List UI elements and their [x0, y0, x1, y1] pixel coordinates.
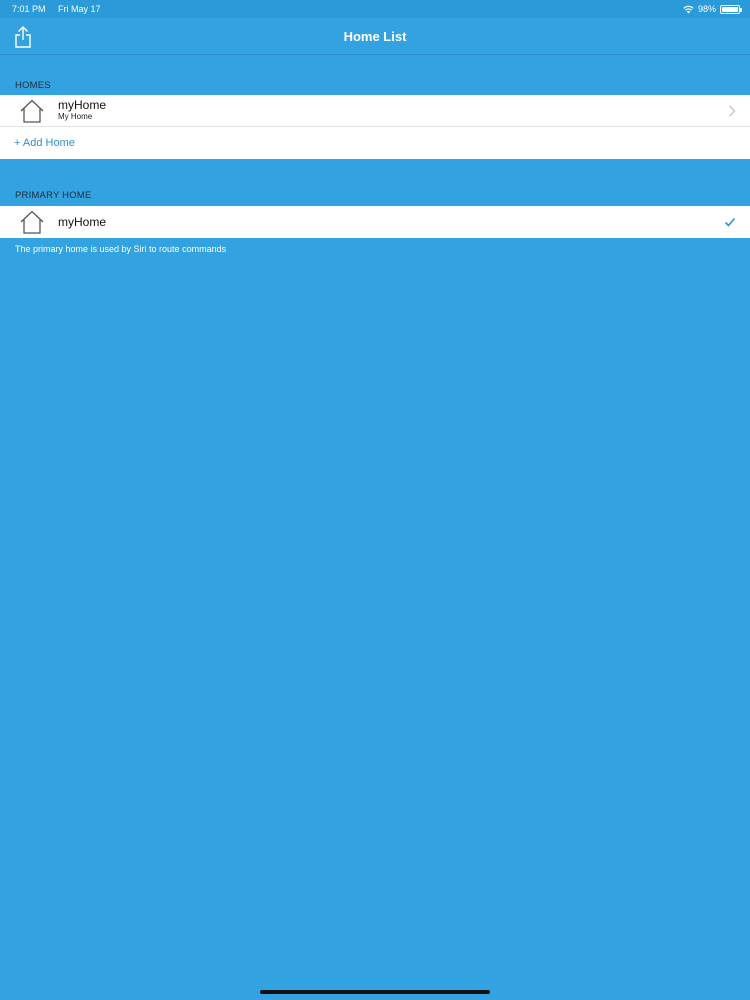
- primary-home-list: myHome: [0, 206, 750, 238]
- house-icon: [20, 99, 44, 123]
- add-home-row[interactable]: + Add Home: [0, 127, 750, 159]
- checkmark-icon: [724, 217, 736, 227]
- home-list-item[interactable]: myHome My Home: [0, 95, 750, 127]
- primary-home-item-title: myHome: [58, 214, 107, 229]
- battery-icon: [720, 4, 742, 14]
- status-right: 98%: [683, 4, 742, 14]
- home-item-title: myHome: [58, 98, 107, 112]
- status-date: Fri May 17: [58, 4, 101, 14]
- status-bar: 7:01 PM Fri May 17 98%: [0, 0, 750, 18]
- homes-section-header: HOMES: [15, 80, 51, 91]
- share-button[interactable]: [12, 25, 34, 49]
- homes-list: myHome My Home + Add Home: [0, 95, 750, 159]
- primary-home-footer-note: The primary home is used by Siri to rout…: [15, 244, 227, 254]
- page-title: Home List: [343, 28, 407, 44]
- wifi-icon: [683, 5, 694, 13]
- chevron-right-icon: [729, 105, 736, 117]
- primary-home-item-text: myHome: [58, 214, 107, 229]
- add-home-button[interactable]: + Add Home: [14, 137, 75, 149]
- primary-home-section-header: PRIMARY HOME: [15, 190, 92, 201]
- status-left: 7:01 PM Fri May 17: [12, 4, 111, 14]
- home-item-text: myHome My Home: [58, 99, 106, 122]
- battery-percent: 98%: [697, 4, 716, 14]
- navigation-bar: Home List: [0, 18, 750, 55]
- home-indicator[interactable]: [260, 990, 490, 994]
- home-item-subtitle: My Home: [58, 112, 93, 121]
- share-icon: [15, 26, 31, 48]
- status-time: 7:01 PM: [12, 4, 46, 14]
- house-icon: [20, 210, 44, 234]
- primary-home-item[interactable]: myHome: [0, 206, 750, 238]
- battery-fill: [722, 6, 738, 12]
